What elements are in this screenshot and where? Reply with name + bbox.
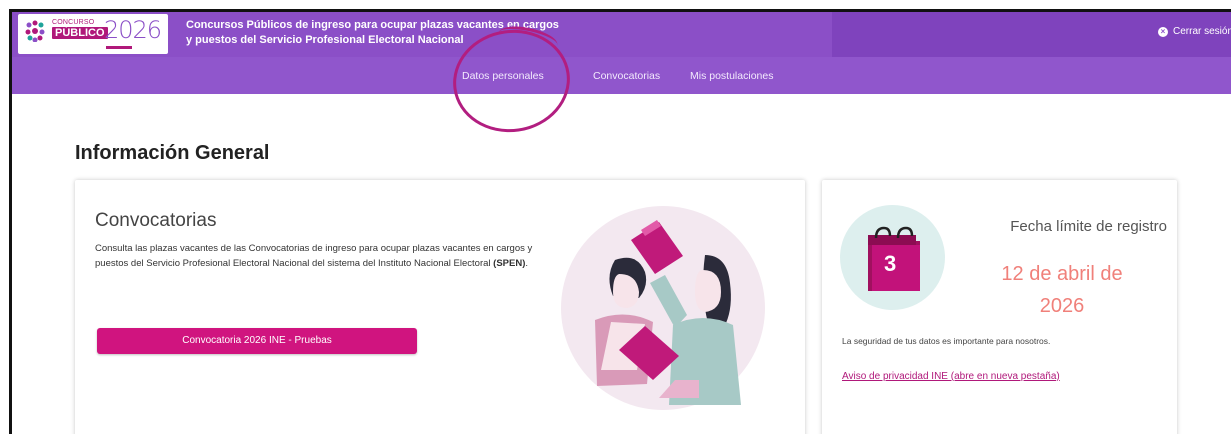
convocatorias-title: Convocatorias [95,210,217,231]
concurso-publico-logo[interactable]: CONCURSO PÚBLICO 2026 [18,14,168,54]
calendar-day: 3 [884,251,897,276]
people-documents-illustration [561,206,765,410]
deadline-date: 12 de abril de 2026 [1001,263,1123,317]
logo-publico-text: PÚBLICO [52,27,108,39]
privacy-note: La seguridad de tus datos es importante … [842,336,1051,346]
convocatorias-description: Consulta las plazas vacantes de las Conv… [95,243,533,269]
deadline-card: 3 Fecha límite de registro 12 de abril d… [822,180,1177,434]
calendar-illustration: 3 [840,205,945,310]
logo-concurso-text: CONCURSO [52,19,95,26]
browser-frame: CONCURSO PÚBLICO 2026 Concursos Públicos… [9,9,1231,434]
page-title: Información General [75,142,270,164]
nav-mis-postulaciones[interactable]: Mis postulaciones [690,70,773,82]
convocatoria-button[interactable]: Convocatoria 2026 INE - Pruebas [97,328,417,354]
logo-mark-icon [25,20,45,42]
deadline-label: Fecha límite de registro [1010,218,1167,235]
close-circle-icon: × [1158,26,1168,37]
logout-button[interactable]: × Cerrar sesión [1158,26,1231,37]
logo-year: 2026 [104,16,162,44]
convocatorias-card: Convocatorias Consulta las plazas vacant… [75,180,805,434]
top-header: CONCURSO PÚBLICO 2026 Concursos Públicos… [12,12,1231,57]
privacy-notice-link[interactable]: Aviso de privacidad INE (abre en nueva p… [842,371,1060,382]
logout-label: Cerrar sesión [1173,26,1231,37]
nav-convocatorias[interactable]: Convocatorias [593,70,660,82]
main-nav: Datos personales Convocatorias Mis postu… [12,57,1231,94]
